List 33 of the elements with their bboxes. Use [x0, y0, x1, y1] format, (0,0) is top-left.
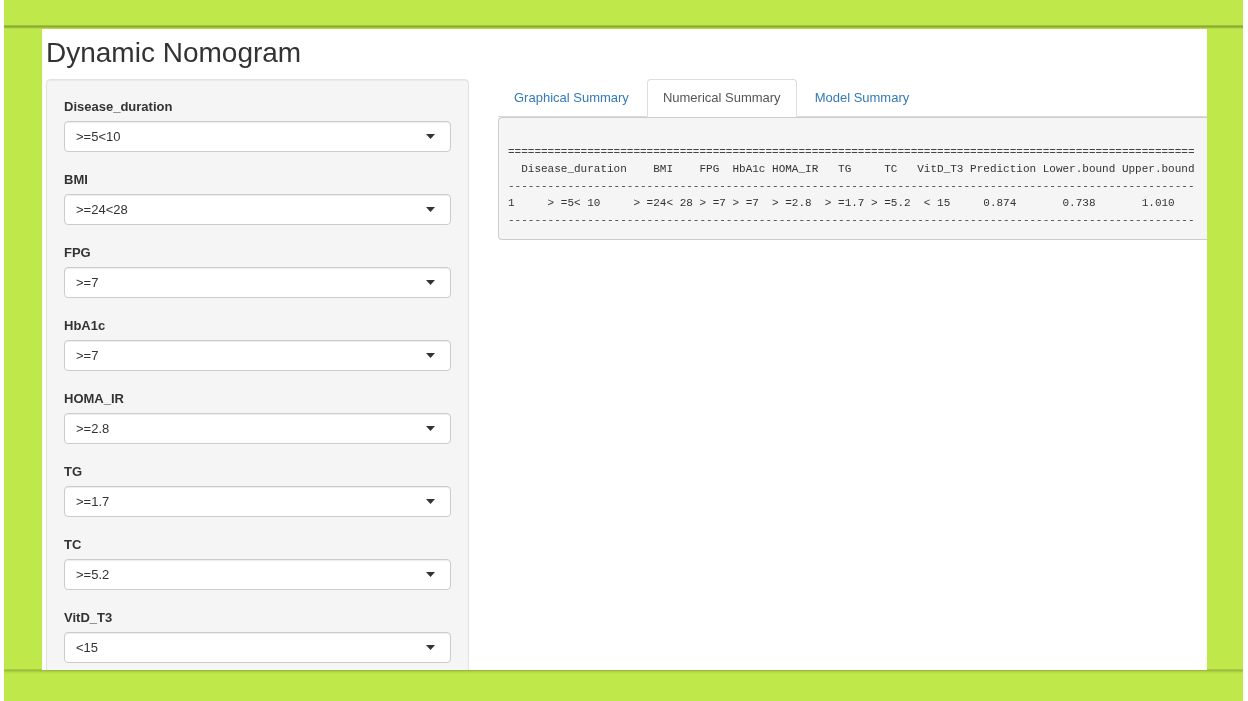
caret-icon: [426, 572, 435, 577]
dropdown[interactable]: >=2.8: [64, 413, 451, 444]
caret-icon: [426, 280, 435, 285]
ascii-rule: --------------------------------------------------------------------------------------------------------: [508, 179, 1195, 194]
caret-icon: [426, 426, 435, 431]
ascii-rule: --------------------------------------------------------------------------------------------------------: [508, 213, 1195, 228]
dropdown[interactable]: >=7: [64, 267, 451, 298]
tab[interactable]: Model Summary: [798, 79, 926, 117]
dropdown[interactable]: >=1.7: [64, 486, 451, 517]
field-label: Disease_duration: [64, 98, 173, 116]
output-data-line: 1 > =5< 10 > =24< 28 > =7 > =7 > =2.8 > =1.7 > =5.2 < 15 0.874 0.738 1.010: [508, 196, 1175, 211]
dropdown[interactable]: >=5<10: [64, 121, 451, 152]
field-label: VitD_T3: [64, 609, 113, 627]
dropdown[interactable]: >=7: [64, 340, 451, 371]
caret-icon: [426, 353, 435, 358]
tab[interactable]: Numerical Summary: [646, 79, 797, 117]
field-label: TC: [64, 536, 82, 554]
caret-icon: [426, 645, 435, 650]
field-label: FPG: [64, 244, 91, 262]
dropdown[interactable]: <15: [64, 632, 451, 663]
tab[interactable]: Graphical Summary: [498, 79, 645, 117]
dropdown[interactable]: >=24<28: [64, 194, 451, 225]
field-label: HOMA_IR: [64, 390, 124, 408]
caret-icon: [426, 134, 435, 139]
field-label: TG: [64, 463, 83, 481]
ascii-rule: ========================================================================================================: [508, 145, 1195, 160]
field-label: BMI: [64, 171, 88, 189]
field-label: HbA1c: [64, 317, 106, 335]
caret-icon: [426, 499, 435, 504]
caret-icon: [426, 207, 435, 212]
app-title: Dynamic Nomogram: [46, 37, 302, 68]
dropdown[interactable]: >=5.2: [64, 559, 451, 590]
output-header-line: Disease_duration BMI FPG HbA1c HOMA_IR TG TC VitD_T3 Prediction Lower.bound Upper.bound: [520, 162, 1195, 177]
